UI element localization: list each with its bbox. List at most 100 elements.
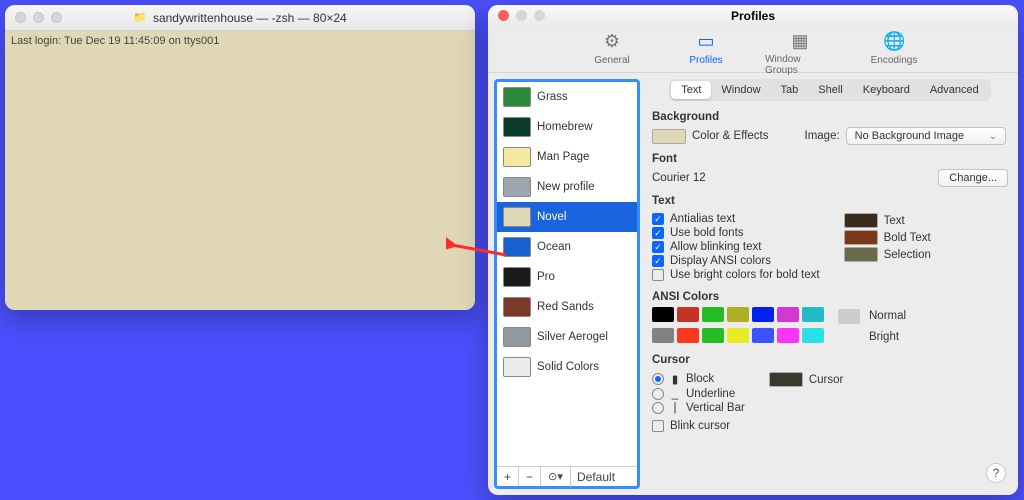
color-effects-label: Color & Effects: [692, 130, 769, 142]
background-color-well[interactable]: [652, 129, 686, 144]
globe-icon: 🌐: [883, 31, 905, 53]
zoom-icon[interactable]: [534, 10, 545, 21]
terminal-window: 📁 sandywrittenhouse — -zsh — 80×24 Last …: [5, 5, 475, 310]
checkbox[interactable]: ✓: [652, 241, 664, 253]
profile-sidebar: GrassHomebrewMan PageNew profileNovelOce…: [494, 79, 640, 489]
tab-shell[interactable]: Shell: [808, 81, 852, 99]
profile-item-novel[interactable]: Novel: [497, 202, 637, 232]
profile-item-grass[interactable]: Grass: [497, 82, 637, 112]
toolbar-profiles[interactable]: ▭Profiles: [671, 31, 741, 72]
ansi-color-well[interactable]: [802, 328, 824, 343]
profile-action-menu[interactable]: ⊙▾: [541, 467, 571, 487]
tab-tab[interactable]: Tab: [771, 81, 809, 99]
toolbar-encodings[interactable]: 🌐Encodings: [859, 31, 929, 72]
profile-item-solid-colors[interactable]: Solid Colors: [497, 352, 637, 382]
profile-item-new-profile[interactable]: New profile: [497, 172, 637, 202]
tab-advanced[interactable]: Advanced: [920, 81, 989, 99]
profile-item-ocean[interactable]: Ocean: [497, 232, 637, 262]
settings-pane: TextWindowTabShellKeyboardAdvanced Backg…: [640, 73, 1018, 495]
checkbox[interactable]: ✓: [652, 213, 664, 225]
radio[interactable]: [652, 402, 664, 414]
add-profile-button[interactable]: +: [497, 467, 519, 486]
default-label: Default: [571, 470, 615, 484]
profile-thumbnail: [503, 117, 531, 137]
checkbox[interactable]: ✓: [652, 227, 664, 239]
doc-icon: ▭: [695, 31, 717, 53]
tab-text[interactable]: Text: [671, 81, 711, 99]
image-label: Image:: [805, 130, 840, 142]
radio[interactable]: [652, 388, 664, 400]
profile-thumbnail: [503, 177, 531, 197]
traffic-lights[interactable]: [15, 12, 62, 23]
profile-tabs[interactable]: TextWindowTabShellKeyboardAdvanced: [669, 79, 991, 101]
profile-item-silver-aerogel[interactable]: Silver Aerogel: [497, 322, 637, 352]
prefs-toolbar: ⚙General ▭Profiles ▦Window Groups 🌐Encoding…: [488, 27, 1018, 73]
checkbox[interactable]: [652, 269, 664, 281]
ansi-color-well[interactable]: [802, 307, 824, 322]
color-well[interactable]: [844, 247, 878, 262]
profile-thumbnail: [503, 147, 531, 167]
cursor-glyph-icon: ▮: [670, 372, 680, 386]
profile-item-red-sands[interactable]: Red Sands: [497, 292, 637, 322]
terminal-titlebar[interactable]: 📁 sandywrittenhouse — -zsh — 80×24: [5, 5, 475, 31]
tab-keyboard[interactable]: Keyboard: [853, 81, 920, 99]
folder-icon: 📁: [133, 11, 147, 24]
remove-profile-button[interactable]: −: [519, 467, 541, 486]
profile-thumbnail: [503, 87, 531, 107]
checkbox[interactable]: ✓: [652, 255, 664, 267]
radio[interactable]: [652, 373, 664, 385]
grid-icon: ▦: [789, 31, 811, 52]
close-icon[interactable]: [498, 10, 509, 21]
ansi-color-well[interactable]: [777, 328, 799, 343]
ansi-color-well[interactable]: [677, 307, 699, 322]
tab-window[interactable]: Window: [711, 81, 770, 99]
ansi-color-well[interactable]: [652, 307, 674, 322]
traffic-lights[interactable]: [498, 10, 545, 21]
ansi-color-well[interactable]: [752, 328, 774, 343]
ansi-color-well[interactable]: [838, 330, 860, 345]
cursor-color-well[interactable]: [769, 372, 803, 387]
zoom-icon[interactable]: [51, 12, 62, 23]
toolbar-general[interactable]: ⚙General: [577, 31, 647, 72]
prefs-title: Profiles: [731, 9, 775, 23]
profile-footer: + − ⊙▾ Default: [497, 466, 637, 486]
minimize-icon[interactable]: [33, 12, 44, 23]
close-icon[interactable]: [15, 12, 26, 23]
ansi-color-well[interactable]: [777, 307, 799, 322]
background-image-popup[interactable]: No Background Image: [846, 127, 1006, 145]
terminal-title: sandywrittenhouse — -zsh — 80×24: [153, 11, 347, 25]
ansi-color-well[interactable]: [702, 307, 724, 322]
checkbox[interactable]: [652, 420, 664, 432]
font-value: Courier 12: [652, 172, 706, 184]
terminal-body[interactable]: Last login: Tue Dec 19 11:45:09 on ttys0…: [5, 31, 475, 310]
profile-thumbnail: [503, 207, 531, 227]
last-login-text: Last login: Tue Dec 19 11:45:09 on ttys0…: [11, 35, 219, 47]
ansi-color-well[interactable]: [677, 328, 699, 343]
ansi-section-title: ANSI Colors: [652, 291, 1008, 303]
minimize-icon[interactable]: [516, 10, 527, 21]
help-button[interactable]: ?: [986, 463, 1006, 483]
ansi-color-well[interactable]: [702, 328, 724, 343]
profile-item-pro[interactable]: Pro: [497, 262, 637, 292]
ansi-color-well[interactable]: [838, 309, 860, 324]
color-well[interactable]: [844, 213, 878, 228]
profile-thumbnail: [503, 357, 531, 377]
cursor-section-title: Cursor: [652, 354, 1008, 366]
profile-item-man-page[interactable]: Man Page: [497, 142, 637, 172]
profile-thumbnail: [503, 297, 531, 317]
ansi-color-well[interactable]: [652, 328, 674, 343]
profile-thumbnail: [503, 327, 531, 347]
color-well[interactable]: [844, 230, 878, 245]
profile-list[interactable]: GrassHomebrewMan PageNew profileNovelOce…: [497, 82, 637, 466]
ansi-color-well[interactable]: [727, 328, 749, 343]
text-section-title: Text: [652, 195, 1008, 207]
prefs-titlebar[interactable]: Profiles: [488, 5, 1018, 27]
profile-thumbnail: [503, 267, 531, 287]
gear-icon: ⚙: [601, 31, 623, 53]
background-section-title: Background: [652, 111, 1008, 123]
toolbar-window-groups[interactable]: ▦Window Groups: [765, 31, 835, 72]
ansi-color-well[interactable]: [752, 307, 774, 322]
ansi-color-well[interactable]: [727, 307, 749, 322]
change-font-button[interactable]: Change...: [938, 169, 1008, 187]
profile-item-homebrew[interactable]: Homebrew: [497, 112, 637, 142]
